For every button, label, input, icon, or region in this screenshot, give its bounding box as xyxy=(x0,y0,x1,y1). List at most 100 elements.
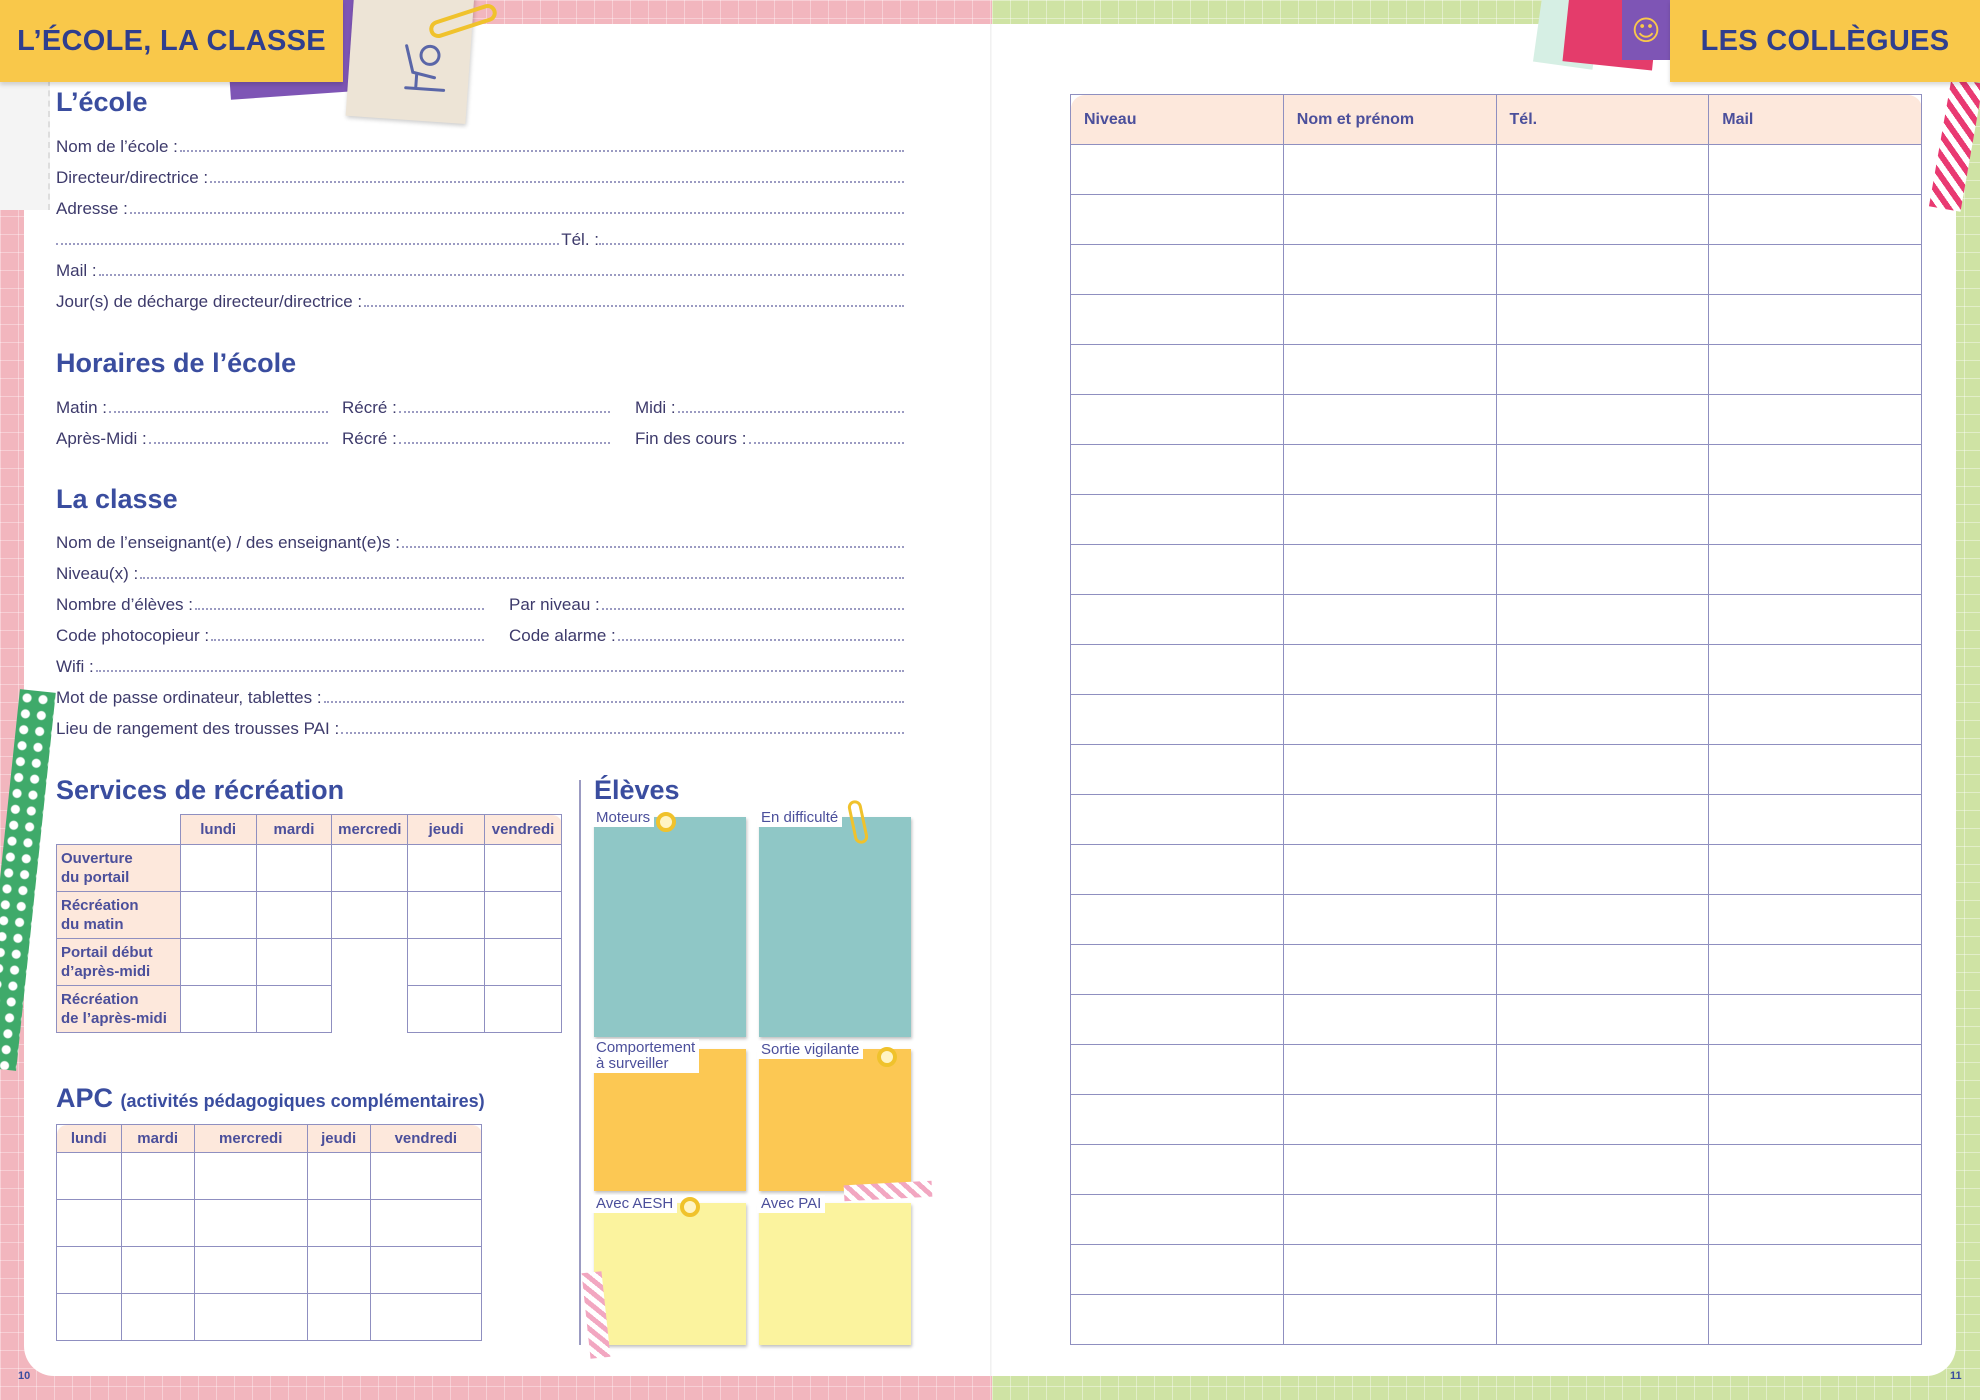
table-cell[interactable] xyxy=(306,1293,371,1341)
table-cell[interactable] xyxy=(120,1152,195,1200)
table-cell[interactable] xyxy=(1495,1094,1710,1145)
table-cell[interactable] xyxy=(1495,144,1710,195)
table-cell[interactable] xyxy=(1495,244,1710,295)
table-cell[interactable] xyxy=(120,1199,195,1247)
sticky-note-moteurs[interactable]: Moteurs xyxy=(592,809,746,1037)
table-cell[interactable] xyxy=(179,938,257,986)
table-cell[interactable] xyxy=(1708,1244,1922,1295)
table-cell[interactable] xyxy=(1282,1094,1497,1145)
table-cell[interactable] xyxy=(1282,144,1497,195)
table-cell[interactable] xyxy=(1070,744,1284,795)
table-cell[interactable] xyxy=(1282,194,1497,245)
table-cell[interactable] xyxy=(179,985,257,1033)
table-cell[interactable] xyxy=(1070,794,1284,845)
table-cell[interactable] xyxy=(1282,344,1497,395)
table-cell[interactable] xyxy=(1070,594,1284,645)
table-cell[interactable] xyxy=(1070,144,1284,195)
table-cell[interactable] xyxy=(306,1246,371,1294)
table-cell[interactable] xyxy=(56,1246,122,1294)
table-cell[interactable] xyxy=(1070,1094,1284,1145)
table-cell[interactable] xyxy=(1282,694,1497,745)
table-cell[interactable] xyxy=(1708,894,1922,945)
table-cell[interactable] xyxy=(1708,1144,1922,1195)
code-photocopieur-field[interactable]: Code photocopieur : xyxy=(56,620,484,646)
table-cell[interactable] xyxy=(484,985,562,1033)
midi-field[interactable]: Midi : xyxy=(635,392,904,418)
table-cell[interactable] xyxy=(1070,444,1284,495)
table-cell[interactable] xyxy=(331,844,409,892)
table-cell[interactable] xyxy=(1070,994,1284,1045)
par-niveau-field[interactable]: Par niveau : xyxy=(509,589,904,615)
table-cell[interactable] xyxy=(1495,844,1710,895)
table-cell[interactable] xyxy=(255,891,333,939)
table-cell[interactable] xyxy=(1708,1194,1922,1245)
table-cell[interactable] xyxy=(1070,1244,1284,1295)
table-cell[interactable] xyxy=(1070,1044,1284,1095)
table-cell[interactable] xyxy=(1495,1144,1710,1195)
table-cell[interactable] xyxy=(1070,244,1284,295)
table-cell[interactable] xyxy=(369,1199,483,1247)
table-cell[interactable] xyxy=(193,1293,308,1341)
table-cell[interactable] xyxy=(1708,844,1922,895)
table-cell[interactable] xyxy=(1282,644,1497,695)
table-cell[interactable] xyxy=(1708,244,1922,295)
mot-de-passe-field[interactable]: Mot de passe ordinateur, tablettes : xyxy=(56,682,904,708)
table-cell[interactable] xyxy=(1495,694,1710,745)
table-cell[interactable] xyxy=(1495,394,1710,445)
table-cell[interactable] xyxy=(484,844,562,892)
table-cell[interactable] xyxy=(1708,344,1922,395)
table-cell[interactable] xyxy=(1070,694,1284,745)
table-cell[interactable] xyxy=(1708,394,1922,445)
table-cell[interactable] xyxy=(1282,994,1497,1045)
recre-matin-field[interactable]: Récré : xyxy=(342,392,610,418)
table-cell[interactable] xyxy=(56,1152,122,1200)
table-cell[interactable] xyxy=(1708,794,1922,845)
table-cell[interactable] xyxy=(1282,944,1497,995)
table-cell[interactable] xyxy=(1282,544,1497,595)
table-cell[interactable] xyxy=(306,1199,371,1247)
table-cell[interactable] xyxy=(1070,494,1284,545)
table-cell[interactable] xyxy=(1708,494,1922,545)
table-cell[interactable] xyxy=(56,1293,122,1341)
table-cell[interactable] xyxy=(1070,1294,1284,1345)
adresse-tel-field[interactable]: Tél. : xyxy=(56,224,904,250)
enseignant-field[interactable]: Nom de l’enseignant(e) / des enseignant(… xyxy=(56,527,904,553)
table-cell[interactable] xyxy=(1070,944,1284,995)
table-cell[interactable] xyxy=(255,938,333,986)
recre-apres-midi-field[interactable]: Récré : xyxy=(342,423,610,449)
table-cell[interactable] xyxy=(193,1152,308,1200)
table-cell[interactable] xyxy=(1708,644,1922,695)
table-cell[interactable] xyxy=(1282,1194,1497,1245)
table-cell[interactable] xyxy=(1070,344,1284,395)
table-cell[interactable] xyxy=(1708,1294,1922,1345)
table-cell[interactable] xyxy=(193,1199,308,1247)
table-cell[interactable] xyxy=(1495,194,1710,245)
table-cell[interactable] xyxy=(179,891,257,939)
table-cell[interactable] xyxy=(484,938,562,986)
trousses-pai-field[interactable]: Lieu de rangement des trousses PAI : xyxy=(56,713,904,739)
table-cell[interactable] xyxy=(179,844,257,892)
table-cell[interactable] xyxy=(1708,444,1922,495)
table-cell[interactable] xyxy=(484,891,562,939)
table-cell[interactable] xyxy=(1495,1044,1710,1095)
table-cell[interactable] xyxy=(1495,644,1710,695)
table-cell[interactable] xyxy=(1495,544,1710,595)
table-cell[interactable] xyxy=(1708,994,1922,1045)
table-cell[interactable] xyxy=(255,844,333,892)
table-cell[interactable] xyxy=(1282,794,1497,845)
table-cell[interactable] xyxy=(1495,994,1710,1045)
table-cell[interactable] xyxy=(1282,444,1497,495)
table-cell[interactable] xyxy=(1495,894,1710,945)
niveaux-field[interactable]: Niveau(x) : xyxy=(56,558,904,584)
table-cell[interactable] xyxy=(1708,1044,1922,1095)
mail-field[interactable]: Mail : xyxy=(56,255,904,281)
table-cell[interactable] xyxy=(407,844,486,892)
fin-cours-field[interactable]: Fin des cours : xyxy=(635,423,904,449)
nom-ecole-field[interactable]: Nom de l’école : xyxy=(56,131,904,157)
table-cell[interactable] xyxy=(1708,694,1922,745)
table-cell[interactable] xyxy=(193,1246,308,1294)
table-cell[interactable] xyxy=(1282,1244,1497,1295)
table-cell[interactable] xyxy=(1070,294,1284,345)
table-cell[interactable] xyxy=(1070,394,1284,445)
table-cell[interactable] xyxy=(407,891,486,939)
